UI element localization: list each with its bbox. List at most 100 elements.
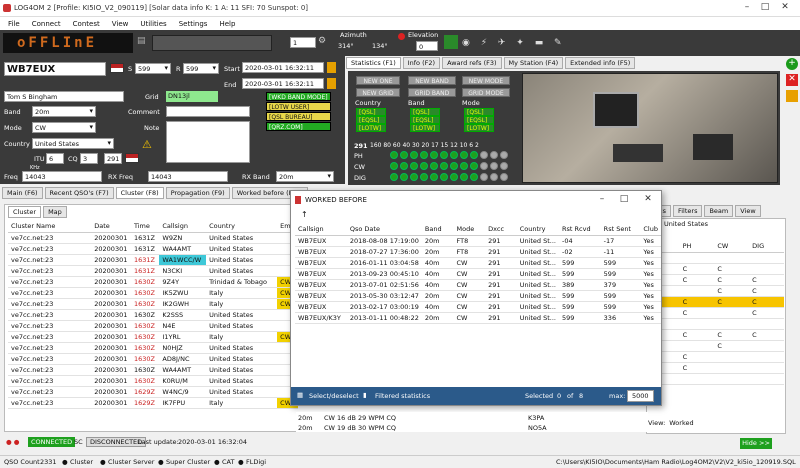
status-super-cluster[interactable]: Super Cluster [166, 458, 210, 466]
maximize-icon[interactable]: □ [758, 2, 772, 14]
delete-icon[interactable]: ✕ [786, 74, 798, 86]
status-cluster-server[interactable]: Cluster Server [108, 458, 154, 466]
tab-extended-info[interactable]: Extended info (F5) [565, 57, 636, 69]
grid-band-button[interactable]: GRID BAND [408, 88, 456, 97]
wb-col-rst-sent[interactable]: Rst Sent [600, 223, 641, 236]
edit-icon[interactable] [786, 90, 798, 102]
col-cluster-name[interactable]: Cluster Name [8, 220, 92, 233]
table-row[interactable]: ve7cc.net:23 20200301 1630Z N0HJZ United Sta… [8, 342, 298, 354]
rx-freq-input[interactable]: 14043 [148, 171, 228, 182]
callsign-input[interactable]: WB7EUX [4, 62, 106, 76]
table-row[interactable]: ve7cc.net:23 20200301 1631Z WA1WCC/W United … [8, 254, 298, 266]
col-time[interactable]: Time [130, 220, 160, 233]
lock-icon[interactable] [327, 78, 336, 89]
menu-view[interactable]: View [112, 20, 129, 28]
table-row[interactable]: ve7cc.net:23 20200301 1630Z WA4AMT United St… [8, 364, 298, 376]
table-row[interactable]: WB7EUX/K3Y 2013-01-11 00:48:22 20m CW 291 Uni… [295, 312, 661, 324]
col-date[interactable]: Date [91, 220, 131, 233]
menu-utilities[interactable]: Utilities [140, 20, 166, 28]
table-row[interactable]: ve7cc.net:23 20200301 1630Z I1YRL Italy CW [8, 331, 298, 343]
tab-award-refs[interactable]: Award refs (F3) [442, 57, 502, 69]
tab-filters[interactable]: Filters [672, 205, 703, 217]
tab-view[interactable]: View [735, 205, 761, 217]
filtered-statistics-button[interactable]: Filtered statistics [375, 392, 430, 400]
wb-col-club[interactable]: Club [640, 223, 661, 236]
connected-badge[interactable]: CONNECTED [28, 437, 76, 447]
new-one-button[interactable]: NEW ONE [356, 76, 400, 85]
table-row[interactable]: ve7cc.net:23 20200301 1630Z K2SSS United Sta… [8, 309, 298, 321]
wb-col-dxcc[interactable]: Dxcc [485, 223, 517, 236]
table-row[interactable]: WB7EUX 2018-08-08 17:19:00 20m FT8 291 United… [295, 235, 661, 247]
itu-input[interactable]: 6 [46, 153, 64, 164]
menu-connect[interactable]: Connect [32, 20, 61, 28]
rst-rcvd-select[interactable]: 599 [183, 63, 219, 74]
menu-contest[interactable]: Contest [73, 20, 100, 28]
freq-input[interactable]: 14043 [22, 171, 102, 182]
lock-icon[interactable] [327, 62, 336, 73]
menu-settings[interactable]: Settings [179, 20, 208, 28]
wb-col-band[interactable]: Band [421, 223, 454, 236]
table-row[interactable]: ve7cc.net:23 20200301 1631Z N3CKI United Sta… [8, 265, 298, 277]
table-row[interactable]: ve7cc.net:23 20200301 1630Z K0RU/M United St… [8, 375, 298, 387]
table-row[interactable]: ve7cc.net:23 20200301 1630Z 9Z4Y Trinidad & … [8, 276, 298, 288]
country-select[interactable]: United States [32, 138, 114, 149]
menu-file[interactable]: File [8, 20, 20, 28]
tab-cluster-list[interactable]: Cluster [8, 206, 42, 218]
end-time-input[interactable]: 2020-03-01 16:32:11 [242, 78, 324, 89]
tab-beam[interactable]: Beam [704, 205, 734, 217]
table-row[interactable]: WB7EUX 2016-01-11 03:04:58 40m CW 291 United … [295, 257, 661, 269]
tab-recent-qsos[interactable]: Recent QSO's (F7) [44, 187, 114, 199]
status-cluster[interactable]: Cluster [70, 458, 93, 466]
rig-value-input[interactable]: 1 [290, 37, 316, 48]
wb-col-rst-rcvd[interactable]: Rst Rcvd [559, 223, 601, 236]
dxcc-input[interactable]: 291 [104, 153, 122, 164]
table-row[interactable]: ve7cc.net:23 20200301 1630Z N4E United State… [8, 320, 298, 332]
antenna-icon[interactable] [444, 35, 458, 49]
rst-sent-select[interactable]: 599 [135, 63, 171, 74]
comment-input[interactable] [166, 106, 250, 117]
tab-statistics[interactable]: Statistics (F1) [346, 57, 401, 69]
add-icon[interactable]: + [786, 58, 798, 70]
grid-input[interactable]: DN13jl [166, 91, 218, 102]
elevation-input[interactable]: 0 [416, 41, 438, 51]
tab-propagation[interactable]: Propagation (F9) [165, 187, 230, 199]
status-cat[interactable]: CAT [222, 458, 234, 466]
view-value[interactable]: Worked [669, 419, 693, 427]
band-select[interactable]: 20m [32, 106, 96, 117]
rx-band-select[interactable]: 20m [276, 171, 334, 182]
dialog-minimize-icon[interactable]: – [595, 194, 609, 206]
start-time-input[interactable]: 2020-03-01 16:32:11 [242, 62, 324, 73]
sort-arrow-icon[interactable]: ↑ [301, 210, 308, 219]
grid-mode-button[interactable]: GRID MODE [462, 88, 510, 97]
max-input[interactable]: 5000 [627, 390, 654, 402]
table-row[interactable]: ve7cc.net:23 20200301 1629Z IK7FPU Italy CW [8, 397, 298, 409]
new-grid-button[interactable]: NEW GRID [356, 88, 400, 97]
tab-main[interactable]: Main (F6) [2, 187, 43, 199]
table-row[interactable]: WB7EUX 2018-07-27 17:36:00 20m FT8 291 United… [295, 246, 661, 258]
wb-col-country[interactable]: Country [516, 223, 559, 236]
tab-info[interactable]: Info (F2) [402, 57, 441, 69]
tab-my-station[interactable]: My Station (F4) [503, 57, 564, 69]
tab-cluster[interactable]: Cluster (F8) [115, 187, 164, 199]
table-row[interactable]: ve7cc.net:23 20200301 1630Z IK2GWH Italy CW [8, 298, 298, 310]
new-mode-button[interactable]: NEW MODE [462, 76, 510, 85]
table-row[interactable]: ve7cc.net:23 20200301 1630Z IK5ZWU Italy CW [8, 287, 298, 299]
tab-cluster-map[interactable]: Map [43, 206, 67, 218]
close-icon[interactable]: ✕ [778, 2, 792, 14]
menu-help[interactable]: Help [219, 20, 235, 28]
col-callsign[interactable]: Callsign [159, 220, 207, 233]
wb-col-qso-date[interactable]: Qso Date [346, 223, 422, 236]
table-row[interactable]: WB7EUX 2013-05-30 03:12:47 20m CW 291 United … [295, 290, 661, 302]
wb-col-mode[interactable]: Mode [453, 223, 486, 236]
table-row[interactable]: ve7cc.net:23 20200301 1631Z W9ZN United Stat… [8, 232, 298, 244]
minimize-icon[interactable]: – [740, 2, 754, 14]
station-tools-icons[interactable]: ◉ ⚡ ✈ ✦ ▬ ✎ [462, 38, 566, 48]
table-row[interactable]: WB7EUX 2013-07-01 02:51:56 40m CW 291 United … [295, 279, 661, 291]
cq-input[interactable]: 3 [80, 153, 98, 164]
status-fldigi[interactable]: FLDigi [246, 458, 266, 466]
col-country[interactable]: Country [206, 220, 278, 233]
wb-col-callsign[interactable]: Callsign [295, 223, 347, 236]
new-band-button[interactable]: NEW BAND [408, 76, 456, 85]
mode-select[interactable]: CW [32, 122, 96, 133]
table-row[interactable]: ve7cc.net:23 20200301 1630Z AD8J/NC United S… [8, 353, 298, 365]
